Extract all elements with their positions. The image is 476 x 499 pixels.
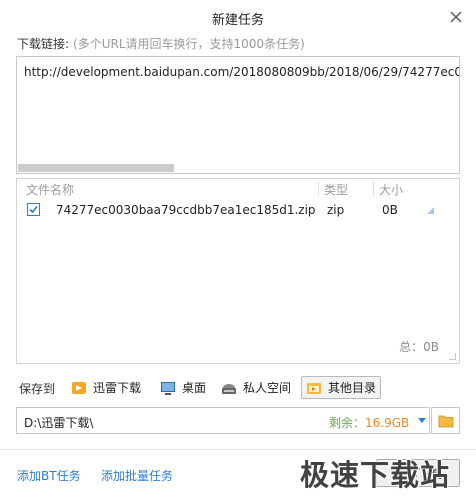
url-label: 下载链接: [17,37,70,51]
browse-folder-button[interactable] [431,407,460,434]
file-size: 0B [382,203,398,217]
save-option-private-space[interactable]: 私人空间 [217,376,295,399]
url-hint: (多个URL请用回车换行，支持1000条任务) [73,37,305,51]
save-option-other[interactable]: 其他目录 [301,376,382,399]
save-option-xunlei[interactable]: 迅雷下载 [67,376,145,399]
checkmark-icon [29,205,38,214]
close-icon [450,11,462,23]
file-checkbox[interactable] [27,203,40,216]
file-list: 文件名称 类型 大小 74277ec0030baa79ccdbb7ea1ec18… [16,178,460,364]
xunlei-folder-icon [72,381,86,394]
remaining-space: 剩余：16.9GB [329,414,409,431]
column-size[interactable]: 大小 [379,181,403,198]
save-to-row: 保存到 迅雷下载 桌面 私人空间 其他目录 [17,376,462,400]
private-space-icon [222,383,236,394]
column-type[interactable]: 类型 [324,181,348,198]
remaining-label: 剩余： [329,416,366,430]
column-name[interactable]: 文件名称 [26,181,74,198]
file-row[interactable]: 74277ec0030baa79ccdbb7ea1ec185d1.zip zip… [17,199,459,221]
add-batch-task-link[interactable]: 添加批量任务 [101,467,173,484]
url-label-row: 下载链接: (多个URL请用回车换行，支持1000条任务) [17,35,305,52]
column-divider [318,181,319,196]
add-bt-task-link[interactable]: 添加BT任务 [17,467,81,484]
file-name: 74277ec0030baa79ccdbb7ea1ec185d1.zip [56,203,316,217]
footer-divider [0,449,476,450]
close-button[interactable] [446,7,466,27]
url-input[interactable]: http://development.baidupan.com/20180808… [16,56,460,174]
url-text[interactable]: http://development.baidupan.com/20180808… [24,65,459,79]
total-size: 总：0B [399,340,439,354]
save-option-label: 迅雷下载 [93,381,142,395]
size-arrow-icon [427,207,434,214]
save-path-text[interactable]: D:\迅雷下载\ [24,414,93,431]
desktop-icon [161,381,175,395]
remaining-value: 16.9GB [365,416,410,430]
save-path-input[interactable]: D:\迅雷下载\ 剩余：16.9GB [16,407,430,434]
download-now-button[interactable]: 立即下载 [376,459,460,487]
folder-icon [438,415,453,427]
title-bar: 新建任务 [0,0,476,34]
save-to-label: 保存到 [19,382,56,396]
column-divider [373,181,374,196]
save-option-label: 私人空间 [243,381,292,395]
window-title: 新建任务 [211,13,264,28]
file-type: zip [327,203,345,217]
save-option-label: 其他目录 [328,381,377,395]
save-option-label: 桌面 [182,381,207,395]
file-list-header: 文件名称 类型 大小 [17,179,459,199]
save-option-desktop[interactable]: 桌面 [156,376,210,399]
horizontal-scrollbar[interactable] [18,164,174,172]
resize-grip-icon[interactable] [449,353,456,360]
other-folder-icon [307,382,321,394]
chevron-down-icon[interactable] [418,418,426,423]
